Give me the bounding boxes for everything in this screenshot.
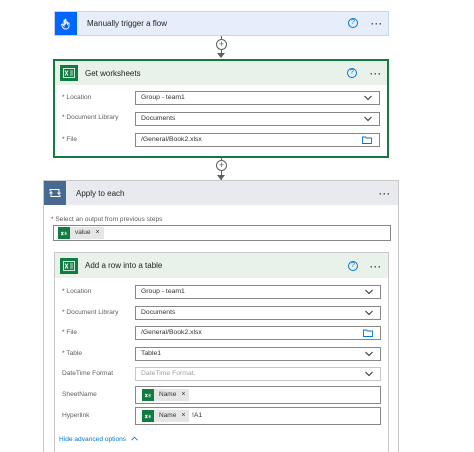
excel-icon xyxy=(60,257,78,274)
hyperlink-suffix-text: !A1 xyxy=(192,412,203,419)
excel-icon xyxy=(142,389,154,401)
chevron-down-icon xyxy=(365,371,373,377)
trigger-card[interactable]: Manually trigger a flow ? ··· xyxy=(54,11,389,36)
chevron-down-icon xyxy=(365,289,373,295)
dynamic-content-token[interactable]: Name × xyxy=(142,410,190,422)
remove-token-icon[interactable]: × xyxy=(181,410,185,422)
chevron-down-icon xyxy=(364,116,372,122)
more-options-icon[interactable]: ··· xyxy=(370,70,382,79)
chevron-down-icon xyxy=(365,351,373,357)
get-worksheets-card: Get worksheets ? ··· * Location Group - … xyxy=(53,59,389,158)
insert-step-icon[interactable]: + xyxy=(216,160,227,171)
help-icon[interactable]: ? xyxy=(348,261,358,271)
dynamic-content-token[interactable]: Name × xyxy=(142,389,190,401)
file-label: * File xyxy=(62,329,78,336)
get-worksheets-header[interactable]: Get worksheets ? ··· xyxy=(55,61,387,85)
insert-step-icon[interactable]: + xyxy=(216,39,227,50)
chevron-up-icon xyxy=(131,436,138,441)
table-label: * Table xyxy=(62,350,83,357)
loop-icon xyxy=(44,181,66,205)
chevron-down-icon xyxy=(364,95,372,101)
remove-token-icon[interactable]: × xyxy=(181,389,185,401)
document-library-label: * Document Library xyxy=(62,309,119,316)
more-options-icon[interactable]: ··· xyxy=(371,20,383,29)
datetime-format-label: DateTime Format xyxy=(62,370,114,377)
excel-icon xyxy=(142,410,154,422)
help-icon[interactable]: ? xyxy=(348,18,358,28)
sheetname-input[interactable]: Name × xyxy=(135,386,381,404)
select-output-input[interactable]: value × xyxy=(53,225,391,241)
trigger-title: Manually trigger a flow xyxy=(87,19,168,28)
location-label: * Location xyxy=(62,288,92,295)
more-options-icon[interactable]: ··· xyxy=(379,190,391,199)
file-input[interactable]: /General/Book2.xlsx xyxy=(135,133,380,147)
sheetname-label: SheetName xyxy=(62,391,97,398)
excel-icon xyxy=(60,65,78,81)
hand-touch-icon xyxy=(55,12,77,35)
help-icon[interactable]: ? xyxy=(347,68,357,78)
get-worksheets-title: Get worksheets xyxy=(85,68,141,78)
table-dropdown[interactable]: Table1 xyxy=(135,347,381,361)
apply-to-each-header[interactable]: Apply to each ··· xyxy=(44,181,398,205)
datetime-format-dropdown[interactable]: DateTime Format. xyxy=(135,367,381,381)
folder-icon[interactable] xyxy=(362,136,372,144)
hide-advanced-options-link[interactable]: Hide advanced options xyxy=(59,436,138,443)
dynamic-content-token[interactable]: value × xyxy=(58,227,104,239)
apply-to-each-title: Apply to each xyxy=(76,188,125,198)
folder-icon[interactable] xyxy=(363,329,373,337)
location-dropdown[interactable]: Group - team1 xyxy=(135,91,380,105)
file-label: * File xyxy=(62,136,78,143)
add-row-card: Add a row into a table ? ··· * Location … xyxy=(54,252,389,452)
location-label: * Location xyxy=(62,94,92,101)
excel-icon xyxy=(58,227,70,239)
file-input[interactable]: /General/Book2.xlsx xyxy=(135,326,381,340)
hyperlink-input[interactable]: Name × !A1 xyxy=(135,407,381,425)
location-dropdown[interactable]: Group - team1 xyxy=(135,285,381,299)
arrow-down-icon xyxy=(217,53,225,58)
add-row-title: Add a row into a table xyxy=(85,261,163,270)
remove-token-icon[interactable]: × xyxy=(96,227,100,239)
chevron-down-icon xyxy=(365,310,373,316)
document-library-dropdown[interactable]: Documents xyxy=(135,112,380,126)
document-library-label: * Document Library xyxy=(62,114,119,121)
add-row-header[interactable]: Add a row into a table ? ··· xyxy=(55,253,388,278)
select-output-label: * Select an output from previous steps xyxy=(51,216,163,223)
more-options-icon[interactable]: ··· xyxy=(370,263,382,272)
document-library-dropdown[interactable]: Documents xyxy=(135,306,381,320)
hyperlink-label: Hyperlink xyxy=(62,412,90,419)
